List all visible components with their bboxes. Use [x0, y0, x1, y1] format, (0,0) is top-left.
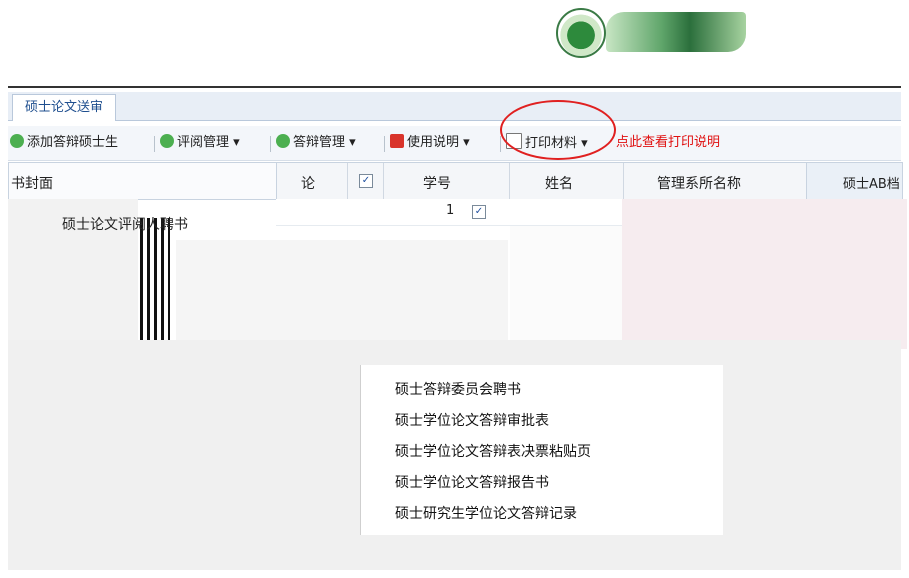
print-materials-dropdown: 硕士答辩委员会聘书 硕士学位论文答辩审批表 硕士学位论文答辩表决票粘贴页 硕士学… — [360, 365, 723, 535]
right-panel-title: 硕士AB档 — [843, 177, 900, 192]
right-panel-header: 硕士AB档 — [806, 162, 903, 200]
usage-guide-button[interactable]: 使用说明 ▾ — [390, 133, 470, 153]
print-menu-item[interactable]: 硕士学位论文答辩表决票粘贴页 — [395, 441, 591, 461]
add-defense-student-button[interactable]: 添加答辩硕士生 — [10, 133, 118, 153]
row-number: 1 — [446, 203, 455, 218]
column-divider — [509, 163, 510, 199]
toolbar-separator — [270, 136, 271, 152]
print-help-link[interactable]: 点此查看打印说明 — [616, 133, 720, 153]
left-panel-title: 书封面 — [11, 176, 53, 192]
defense-manage-button[interactable]: 答辩管理 ▾ — [276, 133, 356, 153]
column-divider — [383, 163, 384, 199]
add-icon — [10, 134, 24, 148]
obscured-content — [510, 226, 622, 341]
header-divider — [8, 86, 901, 88]
obscured-content — [176, 240, 508, 340]
logo-graphic — [606, 12, 746, 52]
university-logo — [548, 4, 893, 74]
defense-icon — [276, 134, 290, 148]
review-icon — [160, 134, 174, 148]
print-menu-item[interactable]: 硕士学位论文答辩报告书 — [395, 472, 549, 492]
print-menu-item[interactable]: 硕士学位论文答辩审批表 — [395, 410, 549, 430]
toolbar-separator — [154, 136, 155, 152]
pdf-icon — [390, 134, 404, 148]
table-header: 论 ✓ 学号 姓名 管理系所名称 — [276, 162, 808, 200]
toolbar-separator — [500, 136, 501, 152]
column-header-department[interactable]: 管理系所名称 — [657, 173, 741, 193]
print-menu-item[interactable]: 硕士答辩委员会聘书 — [395, 379, 521, 399]
print-menu-item[interactable]: 硕士研究生学位论文答辩记录 — [395, 503, 577, 523]
tab-thesis-review[interactable]: 硕士论文送审 — [12, 94, 117, 121]
review-manage-button[interactable]: 评阅管理 ▾ — [160, 133, 240, 153]
tab-bar: 硕士论文送审 — [8, 92, 901, 121]
left-panel-header: 书封面 — [8, 162, 278, 200]
column-header-truncated: 论 — [301, 176, 315, 192]
column-header-name[interactable]: 姓名 — [545, 173, 573, 193]
toolbar: 添加答辩硕士生 评阅管理 ▾ 答辩管理 ▾ 使用说明 ▾ 打印材料 ▾ 点此查看… — [8, 126, 901, 161]
row-checkbox[interactable]: ✓ — [472, 205, 486, 219]
annotation-circle — [500, 100, 616, 160]
border-artifact — [140, 218, 170, 343]
column-divider — [347, 163, 348, 199]
obscured-content — [622, 199, 907, 349]
university-seal-icon — [556, 8, 606, 58]
column-header-student-id[interactable]: 学号 — [423, 173, 451, 193]
select-all-checkbox[interactable]: ✓ — [359, 174, 373, 188]
column-divider — [623, 163, 624, 199]
print-menu-item[interactable]: 硕士论文评阅人聘书 — [12, 210, 262, 236]
toolbar-separator — [384, 136, 385, 152]
